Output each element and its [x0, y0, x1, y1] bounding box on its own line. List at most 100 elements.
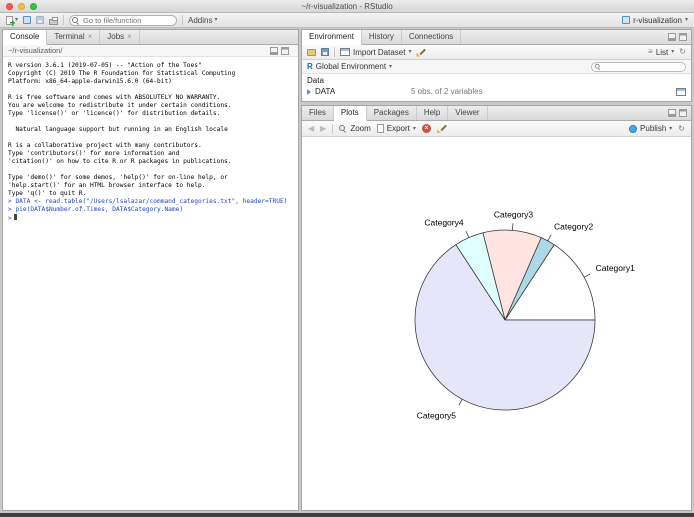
console-tabbar: Console Terminal × Jobs × [3, 30, 298, 45]
tab-files[interactable]: Files [302, 106, 334, 120]
chevron-down-icon: ▾ [671, 49, 675, 55]
export-icon [376, 124, 384, 133]
zoom-button[interactable]: Zoom [339, 124, 371, 133]
minimize-panel-icon[interactable] [270, 46, 278, 55]
data-section-header: Data [307, 76, 324, 85]
environment-tabbar: Environment History Connections [302, 30, 691, 45]
tab-jobs[interactable]: Jobs × [100, 30, 140, 44]
pie-label-tick [547, 234, 552, 241]
tab-connections[interactable]: Connections [402, 30, 462, 44]
refresh-icon[interactable]: ↻ [678, 124, 685, 133]
minimize-panel-icon[interactable] [668, 109, 676, 117]
save-icon[interactable] [36, 16, 45, 24]
tab-label: Environment [309, 32, 354, 41]
console-working-dir: ~/r-visualization/ [3, 45, 298, 57]
main-toolbar: ▾ Addins ▾ r-visualization ▾ [0, 13, 694, 28]
export-label: Export [386, 124, 410, 133]
tab-label: Files [309, 108, 326, 117]
minimize-panel-icon[interactable] [668, 33, 676, 41]
publish-button[interactable]: Publish ▾ [629, 124, 672, 133]
tab-help[interactable]: Help [417, 106, 449, 120]
expand-object-icon[interactable] [307, 88, 311, 95]
view-data-icon[interactable] [676, 87, 686, 96]
plots-toolbar: ◀ ▶ Zoom Export ▾ × Publish ▾ ↻ [302, 121, 691, 137]
chevron-down-icon: ▾ [669, 125, 673, 132]
close-window-button[interactable] [6, 3, 13, 10]
toolbar-separator [332, 123, 334, 134]
export-button[interactable]: Export ▾ [376, 124, 416, 133]
chevron-down-icon: ▾ [214, 17, 218, 23]
new-project-icon[interactable] [23, 16, 32, 24]
window-titlebar: ~/r-visualization - RStudio [0, 0, 694, 13]
tab-environment[interactable]: Environment [302, 30, 362, 45]
tab-label: Console [10, 32, 40, 41]
console-prompt: > [8, 215, 12, 222]
load-workspace-icon[interactable] [307, 48, 316, 56]
tab-console[interactable]: Console [3, 30, 48, 45]
maximize-panel-icon[interactable] [679, 109, 687, 117]
goto-file-input[interactable] [69, 14, 178, 26]
environment-search-input[interactable] [591, 61, 686, 72]
maximize-panel-icon[interactable] [281, 46, 289, 55]
tab-label: History [368, 32, 394, 41]
tab-label: Packages [373, 108, 409, 117]
chevron-down-icon: ▾ [412, 125, 416, 132]
console-command: > DATA <- read.table("/Users/lsalazar/co… [8, 198, 288, 205]
import-dataset-button[interactable]: Import Dataset ▾ [340, 48, 411, 57]
pie-label-tick [512, 223, 514, 231]
zoom-window-button[interactable] [30, 3, 37, 10]
tab-label: Connections [408, 32, 454, 41]
console-output-area[interactable]: R version 3.6.1 (2019-07-05) -- "Action … [3, 57, 298, 223]
tab-label: Terminal [54, 32, 85, 41]
text-cursor [13, 214, 17, 220]
pie-chart-svg: Category1 Category2 Category3 Category4 Cate… [414, 209, 635, 421]
zoom-label: Zoom [350, 124, 371, 133]
tab-history[interactable]: History [362, 30, 402, 44]
working-dir-path: ~/r-visualization/ [8, 45, 63, 55]
chevron-down-icon: ▾ [389, 63, 393, 70]
search-icon [72, 16, 80, 25]
zoom-icon [339, 124, 347, 133]
object-summary: 5 obs. of 2 variables [411, 87, 483, 96]
new-file-icon [6, 15, 15, 26]
scope-label: Global Environment [315, 62, 387, 71]
search-icon [594, 63, 601, 69]
environment-panel: Environment History Connections Import D… [301, 29, 692, 102]
workspace: Console Terminal × Jobs × ~/r-visualizat… [0, 28, 694, 513]
tab-label: Plots [340, 108, 359, 117]
save-workspace-icon[interactable] [321, 48, 329, 56]
console-startup-output: R version 3.6.1 (2019-07-05) -- "Action … [8, 62, 236, 197]
tab-packages[interactable]: Packages [367, 106, 417, 120]
clear-objects-broom-icon[interactable] [416, 48, 425, 57]
close-icon[interactable]: × [127, 30, 132, 44]
maximize-panel-icon[interactable] [679, 33, 687, 41]
previous-plot-icon[interactable]: ◀ [308, 124, 314, 133]
print-icon[interactable] [49, 16, 59, 25]
list-view-button[interactable]: ≡ List ▾ [648, 48, 674, 57]
project-cube-icon [622, 16, 631, 24]
object-name: DATA [315, 87, 336, 96]
environment-object-row[interactable]: DATA 5 obs. of 2 variables [302, 86, 691, 97]
tab-plots[interactable]: Plots [333, 106, 367, 121]
new-file-menu[interactable]: ▾ [6, 15, 18, 26]
next-plot-icon[interactable]: ▶ [320, 124, 326, 133]
console-command: > pie(DATA$Number.of.Times, DATA$Categor… [8, 206, 184, 213]
scope-selector[interactable]: Global Environment ▾ [316, 62, 392, 71]
tab-viewer[interactable]: Viewer [448, 106, 488, 120]
minimize-window-button[interactable] [18, 3, 25, 10]
environment-scope-row: R Global Environment ▾ [302, 60, 691, 74]
tab-terminal[interactable]: Terminal × [47, 30, 101, 44]
refresh-icon[interactable]: ↻ [679, 48, 686, 56]
clear-plots-broom-icon[interactable] [437, 124, 446, 133]
project-menu[interactable]: r-visualization ▾ [622, 16, 688, 25]
close-icon[interactable]: × [88, 30, 93, 44]
addins-menu[interactable]: Addins ▾ [188, 16, 217, 25]
plots-tabbar: Files Plots Packages Help Viewer [302, 106, 691, 121]
pie-label-tick [465, 231, 470, 238]
pie-label-Category2: Category2 [554, 221, 593, 231]
traffic-lights [6, 3, 37, 10]
dataset-icon [340, 48, 350, 56]
remove-plot-icon[interactable]: × [421, 124, 431, 133]
window-bottom-edge [0, 513, 694, 517]
pie-label-Category5: Category5 [417, 411, 456, 421]
